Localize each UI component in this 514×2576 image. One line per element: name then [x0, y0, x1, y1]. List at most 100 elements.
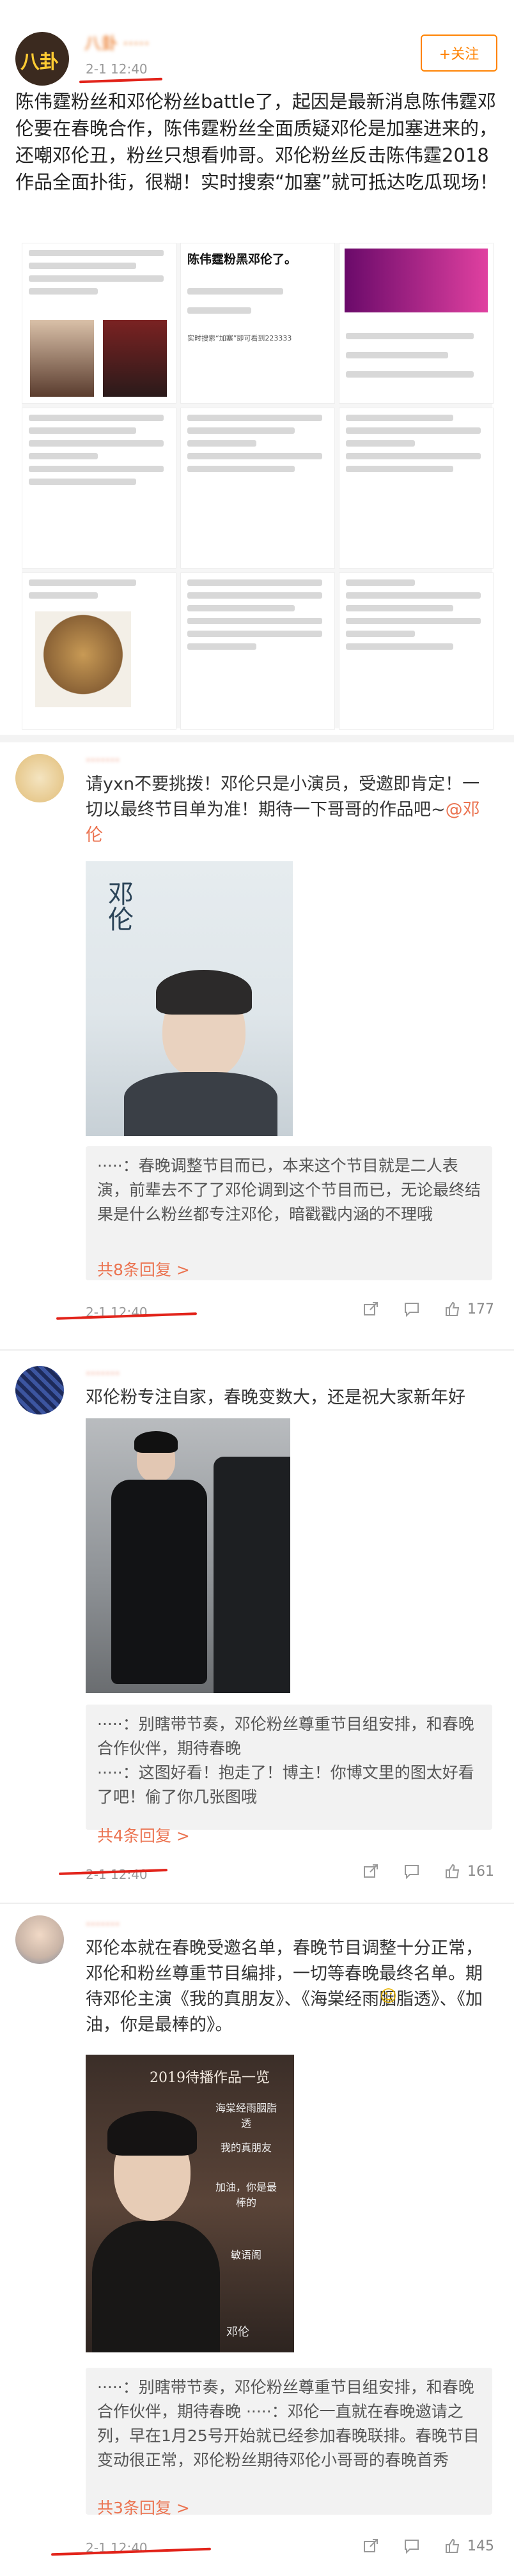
comment-text: 邓伦本就在春晚受邀名单，春晚节目调整十分正常，邓伦和粉丝尊重节目编排，一切等春晚…: [86, 1938, 483, 2035]
poster-item-4: 敏语阁: [230, 2249, 261, 2261]
portrait-hair: [156, 970, 252, 1015]
text-line: [346, 333, 474, 339]
like-button[interactable]: 177: [443, 1300, 494, 1319]
poster-item-5: 邓伦: [226, 2326, 249, 2339]
text-line: [29, 288, 98, 295]
post-text: 陈伟霆粉丝和邓伦粉丝battle了，起因是最新消息陈伟霆邓伦要在春晚合作，陈伟霆…: [15, 91, 499, 193]
collage-tile-3: [339, 243, 494, 404]
share-icon[interactable]: [361, 1862, 380, 1881]
text-line: [346, 415, 453, 421]
text-line: [346, 605, 453, 611]
comment-text: 请yxn不要挑拨！邓伦只是小演员，受邀即肯定！一切以最终节目单为准！期待一下哥哥…: [86, 772, 492, 848]
commenter-avatar[interactable]: [15, 1915, 64, 1964]
post-image-collage[interactable]: 陈伟霆粉黑邓伦了。 实时搜索“加塞”即可看到223333: [22, 243, 494, 730]
text-line: [346, 427, 481, 434]
post-time: 2-1 12:40: [86, 61, 148, 77]
comment-photo-poster[interactable]: 2019待播作品一览 海棠经雨胭脂透 我的真朋友 加油，你是最棒的 敏语阁 邓伦: [86, 2055, 294, 2352]
like-button[interactable]: 145: [443, 2536, 494, 2556]
like-count: 145: [467, 2538, 494, 2554]
text-line: [29, 479, 136, 485]
smile-emoji-icon: ☺: [380, 1987, 398, 2006]
reply-more-link[interactable]: 共4条回复 >: [97, 1823, 190, 1846]
comment-icon[interactable]: [402, 2536, 421, 2556]
text-line: [29, 250, 164, 256]
time-underline: [79, 77, 163, 84]
commenter-avatar[interactable]: [15, 754, 64, 802]
poster-item-2: 我的真朋友: [220, 2142, 272, 2154]
reply-box[interactable]: ·····：别瞎带节奏，邓伦粉丝尊重节目组安排，和春晚合作伙伴，期待春晚 ···…: [86, 1705, 492, 1830]
comment-text: 邓伦粉专注自家，春晚变数大，还是祝大家新年好: [86, 1388, 465, 1407]
comment-photo-deng-lun[interactable]: 邓伦: [86, 861, 293, 1136]
collage-bear-photo: [35, 611, 131, 707]
comment-actions: 161: [361, 1862, 494, 1881]
post-header: 八卦 八卦 ····· 2-1 12:40 +关注: [0, 0, 514, 86]
poster-label: 邓伦: [104, 880, 133, 931]
reply-more-link[interactable]: 共8条回复 >: [97, 1257, 190, 1280]
comment-icon[interactable]: [402, 1862, 421, 1881]
text-line: [187, 307, 251, 314]
comment-photo-street[interactable]: [86, 1418, 290, 1693]
commenter-name[interactable]: ·······: [86, 1915, 120, 1933]
text-line: [346, 466, 453, 472]
share-icon[interactable]: [361, 1300, 380, 1319]
like-button[interactable]: 161: [443, 1862, 494, 1881]
collage-tile-6: [339, 408, 494, 569]
collage-tile-2: 陈伟霆粉黑邓伦了。 实时搜索“加塞”即可看到223333: [180, 243, 335, 404]
collage-search-text: 实时搜索“加塞”即可看到223333: [187, 334, 292, 342]
author-name[interactable]: 八卦 ·····: [84, 31, 150, 54]
collage-tile-9: [339, 572, 494, 730]
poster-title: 2019待播作品一览: [150, 2070, 270, 2086]
reply-more-link[interactable]: 共3条回复 >: [97, 2496, 190, 2518]
commenter-avatar[interactable]: [15, 1366, 64, 1414]
person-hair: [134, 1431, 178, 1453]
commenter-name[interactable]: ·······: [86, 751, 120, 769]
reply-box[interactable]: ·····：别瞎带节奏，邓伦粉丝尊重节目组安排，和春晚合作伙伴，期待春晚 ···…: [86, 2368, 492, 2515]
comment-1: ······· 请yxn不要挑拨！邓伦只是小演员，受邀即肯定！一切以最终节目单为…: [0, 742, 514, 1349]
reply-line-2: ·····：这图好看！抱走了！博主！你博文里的图太好看了吧！偷了你几张图哦: [97, 1763, 474, 1806]
text-line: [29, 263, 136, 269]
text-line: [29, 427, 136, 434]
follow-button[interactable]: +关注: [421, 34, 497, 72]
commenter-name[interactable]: ·······: [86, 1365, 120, 1383]
text-line: [187, 427, 295, 434]
author-avatar[interactable]: 八卦: [15, 32, 69, 86]
text-line: [29, 275, 164, 282]
comment-body: 请yxn不要挑拨！邓伦只是小演员，受邀即肯定！一切以最终节目单为准！期待一下哥哥…: [86, 774, 480, 820]
text-line: [29, 579, 136, 586]
reply-text: ·····：春晚调整节目而已，本来这个节目就是二人表演，前辈去不了了邓伦调到这个…: [97, 1156, 481, 1223]
collage-banner: [345, 249, 488, 312]
post-divider: [0, 735, 514, 742]
like-count: 161: [467, 1863, 494, 1880]
avatar-label: 八卦: [20, 51, 59, 73]
text-line: [187, 618, 323, 624]
text-line: [346, 352, 448, 358]
thumbs-up-icon: [443, 1300, 462, 1319]
collage-tile-1: [22, 243, 176, 404]
person-coat: [111, 1480, 207, 1684]
photo-car: [214, 1457, 290, 1693]
collage-tile-8: [180, 572, 335, 730]
text-line: [187, 288, 283, 295]
share-icon[interactable]: [361, 2536, 380, 2556]
text-line: [187, 579, 323, 586]
text-line: [346, 579, 415, 586]
collage-tile-7: [22, 572, 176, 730]
text-line: [346, 631, 415, 637]
collage-photo: [103, 320, 167, 397]
text-line: [187, 605, 295, 611]
comment-icon[interactable]: [402, 1300, 421, 1319]
text-line: [346, 592, 481, 599]
text-line: [187, 440, 256, 447]
collage-tile-5: [180, 408, 335, 569]
text-line: [29, 466, 164, 472]
follow-label: +关注: [439, 47, 479, 63]
comment-2: ······· 邓伦粉专注自家，春晚变数大，还是祝大家新年好 ·····：别瞎带…: [0, 1351, 514, 1903]
text-line: [187, 592, 323, 599]
comment-time: 2-1 12:40: [86, 1867, 148, 1882]
comment-actions: 177: [361, 1300, 494, 1319]
poster-item-3: 加油，你是最棒的: [215, 2181, 277, 2209]
text-line: [187, 466, 295, 472]
collage-photo: [30, 320, 94, 397]
text-line: [346, 371, 474, 378]
portrait-hair: [107, 2111, 197, 2156]
